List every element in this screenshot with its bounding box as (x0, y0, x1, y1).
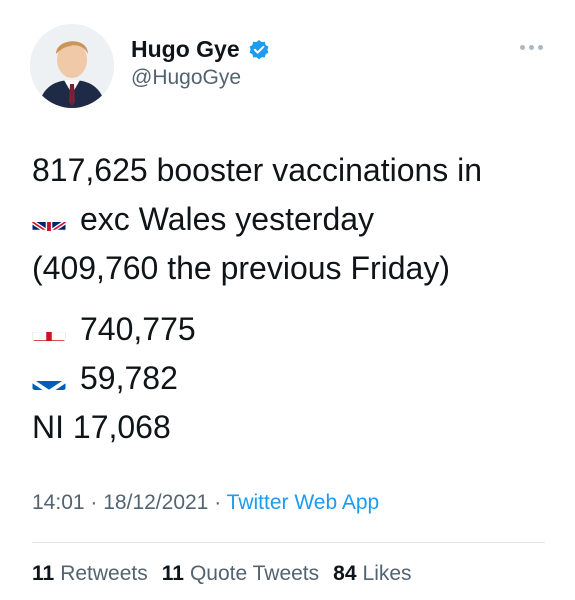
likes-stat[interactable]: 84 Likes (333, 562, 411, 586)
england-value: 740,775 (80, 311, 196, 347)
tweet-meta: 14:01 · 18/12/2021 · Twitter Web App (32, 491, 379, 515)
tweet-date[interactable]: 18/12/2021 (103, 491, 208, 514)
dot (537, 44, 543, 50)
source-app-link[interactable]: Twitter Web App (227, 491, 380, 514)
ni-line-text: NI 17,068 (32, 409, 171, 445)
england-flag-icon (32, 319, 66, 341)
scotland-value: 59,782 (80, 360, 178, 396)
quote-tweets-count: 11 (161, 562, 184, 585)
retweets-label: Retweets (60, 562, 148, 585)
tweet-line-3-text: (409,760 the previous Friday) (32, 250, 450, 286)
tweet-line-2: exc Wales yesterday (32, 195, 552, 244)
quote-tweets-stat[interactable]: 11 Quote Tweets (162, 562, 319, 586)
person-avatar-icon (30, 24, 114, 108)
tweet-text: 817,625 booster vaccinations in exc Wale… (32, 146, 552, 452)
tweet-stats: 11 Retweets 11 Quote Tweets 84 Likes (32, 562, 412, 586)
likes-label: Likes (362, 562, 412, 585)
author-name-row: Hugo Gye (131, 36, 270, 63)
retweets-count: 11 (32, 562, 55, 585)
retweets-stat[interactable]: 11 Retweets (32, 562, 148, 586)
tweet-line-2-text: exc Wales yesterday (80, 201, 375, 237)
england-line: 740,775 (32, 305, 552, 354)
author-handle[interactable]: @HugoGye (131, 66, 241, 90)
tweet-line-1: 817,625 booster vaccinations in (32, 146, 552, 195)
meta-separator: · (214, 491, 222, 514)
meta-separator: · (90, 491, 98, 514)
dot (519, 44, 525, 50)
quote-tweets-label: Quote Tweets (189, 562, 320, 585)
uk-flag-icon (32, 209, 66, 231)
tweet-time[interactable]: 14:01 (32, 491, 85, 514)
tweet-line-3: (409,760 the previous Friday) (32, 244, 552, 293)
more-options-icon[interactable] (514, 38, 548, 56)
ni-line: NI 17,068 (32, 403, 552, 452)
display-name[interactable]: Hugo Gye (131, 36, 240, 63)
dot (528, 44, 534, 50)
scotland-line: 59,782 (32, 354, 552, 403)
scotland-flag-icon (32, 368, 66, 390)
verified-badge-icon (249, 39, 269, 59)
likes-count: 84 (333, 562, 357, 585)
divider (32, 542, 545, 543)
tweet-line-1-text: 817,625 booster vaccinations in (32, 152, 483, 188)
avatar[interactable] (30, 24, 114, 108)
